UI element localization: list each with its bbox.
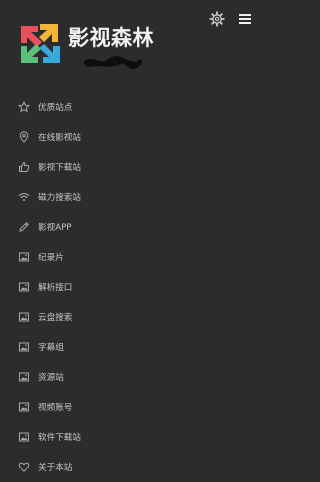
sidebar-item-cloud-search[interactable]: 云盘搜索 — [0, 302, 265, 332]
logo-hand-yellow — [39, 24, 58, 42]
sidebar-item-label: 字幕组 — [38, 343, 64, 353]
sidebar-item-video-apps[interactable]: 影视APP — [0, 212, 265, 242]
image-icon — [18, 341, 30, 353]
sidebar-item-parse-api[interactable]: 解析接口 — [0, 272, 265, 302]
image-icon — [18, 311, 30, 323]
sidebar-item-video-download-sites[interactable]: 影视下载站 — [0, 152, 265, 182]
logo-hand-blue — [39, 44, 60, 63]
image-icon — [18, 371, 30, 383]
logo-hand-green — [21, 44, 41, 63]
redacted-scribble — [84, 56, 142, 70]
site-title[interactable]: 影视森林 — [68, 22, 154, 52]
sidebar-item-magnet-search-sites[interactable]: 磁力搜索站 — [0, 182, 265, 212]
sidebar-item-online-video-sites[interactable]: 在线影视站 — [0, 122, 265, 152]
thumbs-up-icon — [18, 161, 30, 173]
wifi-icon — [18, 191, 30, 203]
image-icon — [18, 251, 30, 263]
pencil-icon — [18, 221, 30, 233]
sidebar-item-quality-sites[interactable]: 优质站点 — [0, 92, 265, 122]
sidebar-item-documentaries[interactable]: 纪录片 — [0, 242, 265, 272]
sidebar-item-about[interactable]: 关于本站 — [0, 452, 265, 482]
sidebar-item-label: 关于本站 — [38, 463, 73, 473]
sidebar-item-label: 在线影视站 — [38, 133, 81, 143]
logo-hand-red — [21, 26, 42, 47]
sidebar-item-label: 云盘搜索 — [38, 313, 73, 323]
sidebar-item-label: 影视APP — [38, 223, 72, 233]
sidebar-item-label: 磁力搜索站 — [38, 193, 81, 203]
image-icon — [18, 281, 30, 293]
sidebar-item-label: 资源站 — [38, 373, 64, 383]
hamburger-menu-icon[interactable] — [238, 12, 252, 26]
sidebar-nav: 优质站点 在线影视站 影视下载站 磁力搜索站 影视APP 纪录片 解析接口 云盘… — [0, 92, 265, 482]
sidebar-item-label: 解析接口 — [38, 283, 73, 293]
sidebar-item-label: 影视下载站 — [38, 163, 81, 173]
sidebar-item-label: 纪录片 — [38, 253, 64, 263]
sidebar-item-software-download-sites[interactable]: 软件下载站 — [0, 422, 265, 452]
sidebar-item-video-accounts[interactable]: 视频账号 — [0, 392, 265, 422]
sidebar-item-label: 优质站点 — [38, 103, 73, 113]
image-icon — [18, 431, 30, 443]
image-icon — [18, 401, 30, 413]
sidebar-item-label: 软件下载站 — [38, 433, 81, 443]
gear-icon[interactable] — [209, 11, 225, 27]
star-icon — [18, 101, 30, 113]
sidebar-item-label: 视频账号 — [38, 403, 73, 413]
sidebar-item-resource-sites[interactable]: 资源站 — [0, 362, 265, 392]
header: 影视森林 — [0, 0, 265, 80]
heart-icon — [18, 461, 30, 473]
site-logo[interactable] — [18, 20, 64, 66]
location-pin-icon — [18, 131, 30, 143]
sidebar-item-subtitle-groups[interactable]: 字幕组 — [0, 332, 265, 362]
